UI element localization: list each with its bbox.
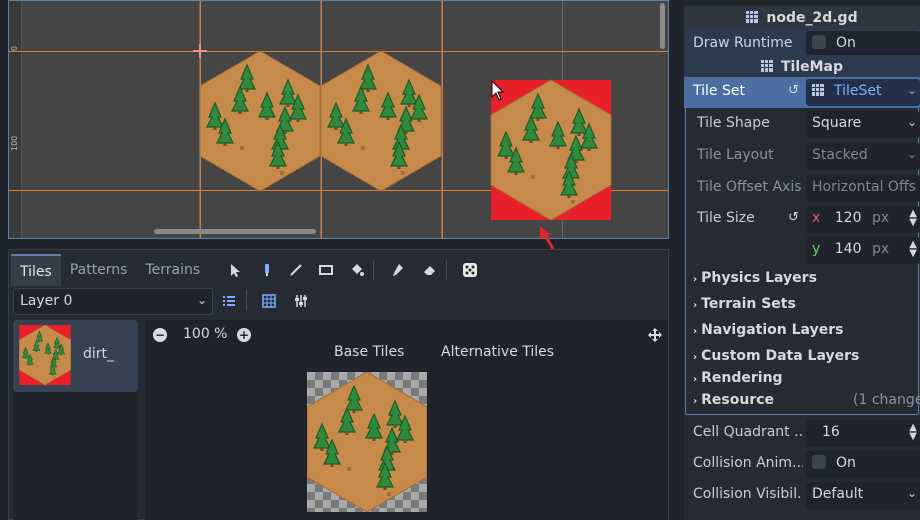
prop-tile-layout: Tile Layout Stacked ⌄ — [684, 141, 920, 172]
section-custom-data-layers[interactable]: › Custom Data Layers — [693, 348, 859, 364]
tile-set-resource[interactable]: TileSet ⌄ — [806, 79, 920, 106]
stepper-icon[interactable]: ▲ ▼ — [909, 423, 917, 442]
tiles-canvas — [193, 44, 669, 239]
tile-size-x-field[interactable]: x 120 px ▲ ▼ — [806, 206, 920, 233]
cell-quadrant-field[interactable]: 16 ▲ ▼ — [806, 420, 920, 447]
chevron-down-icon: ⌄ — [906, 147, 917, 161]
list-item[interactable]: dirt_ — [13, 320, 138, 392]
tileset-panel: Tiles Patterns Terrains Layer 0 ⌄ dirt_ … — [8, 249, 669, 520]
toolbar-separator — [246, 290, 247, 310]
chevron-right-icon: › — [693, 374, 698, 385]
tab-tiles[interactable]: Tiles — [11, 254, 61, 286]
prop-collision-animatable: Collision Anim... On — [684, 449, 920, 480]
tab-base-tiles[interactable]: Base Tiles — [334, 344, 404, 360]
chevron-down-icon: ⌄ — [906, 83, 917, 97]
bucket-icon[interactable] — [349, 262, 365, 278]
node-script-title: node_2d.gd — [684, 6, 920, 30]
hex-tile — [200, 51, 320, 191]
tile-source-list: dirt_ — [13, 320, 138, 520]
chevron-right-icon: › — [693, 396, 698, 407]
select-icon[interactable] — [227, 262, 243, 278]
script-grid-icon — [746, 11, 759, 23]
prop-cell-quadrant: Cell Quadrant ... 16 ▲ ▼ — [684, 418, 920, 449]
revert-icon[interactable]: ↺ — [788, 210, 799, 225]
hex-tile — [321, 51, 441, 191]
collision-visibility-select[interactable]: Default ⌄ — [806, 482, 920, 509]
horizontal-scrollbar[interactable] — [154, 229, 316, 234]
section-physics-layers[interactable]: › Physics Layers — [693, 270, 817, 286]
atlas-tile[interactable] — [307, 372, 427, 512]
inspector-panel: node_2d.gd Draw Runtime On TileMap Tile … — [684, 5, 920, 520]
rect-icon[interactable] — [318, 262, 334, 278]
texture-thumbnail — [19, 325, 71, 385]
section-rendering[interactable]: › Rendering — [693, 370, 783, 386]
tilemap-grid-icon — [760, 60, 773, 72]
source-item-label: dirt_ — [83, 346, 115, 362]
prop-tile-size: Tile Size ↺ x 120 px ▲ ▼ y 140 px ▲ ▼ — [684, 204, 920, 266]
chevron-right-icon: › — [693, 300, 698, 311]
zoom-out-button[interactable]: − — [153, 328, 167, 342]
tab-patterns[interactable]: Patterns — [61, 254, 137, 286]
chevron-right-icon: › — [693, 352, 698, 363]
line-icon[interactable] — [288, 262, 304, 278]
toolbar-separator — [446, 260, 447, 280]
prop-collision-visibility: Collision Visibil... Default ⌄ — [684, 480, 920, 511]
zoom-level: 100 % — [183, 326, 228, 342]
draw-runtime-checkbox[interactable]: On — [806, 31, 920, 58]
toolbar-separator — [373, 260, 374, 280]
checkbox-icon — [812, 455, 826, 469]
stepper-icon[interactable]: ▲ ▼ — [909, 240, 917, 259]
move-icon[interactable] — [648, 328, 662, 346]
prop-tile-offset-axis: Tile Offset Axis Horizontal Offs — [684, 173, 920, 204]
chevron-down-icon: ⌄ — [906, 115, 917, 129]
section-resource[interactable]: › Resource — [693, 392, 774, 408]
eraser-icon[interactable] — [422, 262, 438, 278]
grid-icon[interactable] — [261, 293, 277, 309]
chevron-right-icon: › — [693, 326, 698, 337]
checkbox-icon — [812, 35, 826, 49]
tileset-grid-icon — [812, 84, 824, 96]
collision-animatable-checkbox[interactable]: On — [806, 451, 920, 478]
layer-select[interactable]: Layer 0 ⌄ — [13, 288, 213, 315]
prop-tile-set: Tile Set ↺ TileSet ⌄ — [684, 77, 920, 108]
tile-size-y-field[interactable]: y 140 px ▲ ▼ — [806, 237, 920, 264]
picker-icon[interactable] — [390, 262, 406, 278]
revert-icon[interactable]: ↺ — [788, 83, 799, 98]
chevron-right-icon: › — [693, 274, 698, 285]
chevron-down-icon: ⌄ — [196, 293, 207, 307]
section-navigation-layers[interactable]: › Navigation Layers — [693, 322, 843, 338]
tile-offset-axis-select[interactable]: Horizontal Offs — [806, 175, 920, 202]
tab-terrains[interactable]: Terrains — [136, 254, 209, 286]
tile-atlas-view[interactable]: − 100 % + Base Tiles Alternative Tiles — [145, 320, 668, 520]
tile-layout-select[interactable]: Stacked ⌄ — [806, 143, 920, 170]
origin-crosshair-icon — [193, 44, 207, 58]
stepper-icon[interactable]: ▲ ▼ — [909, 209, 917, 228]
paint-icon[interactable] — [259, 262, 275, 278]
vertical-scrollbar[interactable] — [660, 3, 665, 49]
tile-shape-select[interactable]: Square ⌄ — [806, 111, 920, 138]
prop-tile-shape: Tile Shape Square ⌄ — [684, 109, 920, 140]
tile-panel-tabs: Tiles Patterns Terrains — [11, 254, 209, 286]
settings-icon[interactable] — [293, 293, 309, 309]
zoom-in-button[interactable]: + — [237, 328, 251, 342]
tab-alternative-tiles[interactable]: Alternative Tiles — [441, 344, 554, 360]
resource-change-count: (1 change) — [853, 392, 920, 408]
tilemap-section-title: TileMap — [684, 55, 920, 79]
dice-icon[interactable] — [462, 262, 478, 278]
list-icon[interactable] — [221, 293, 237, 309]
canvas-viewport[interactable]: 0 100 — [8, 0, 669, 239]
chevron-down-icon: ⌄ — [906, 486, 917, 500]
section-terrain-sets[interactable]: › Terrain Sets — [693, 296, 796, 312]
